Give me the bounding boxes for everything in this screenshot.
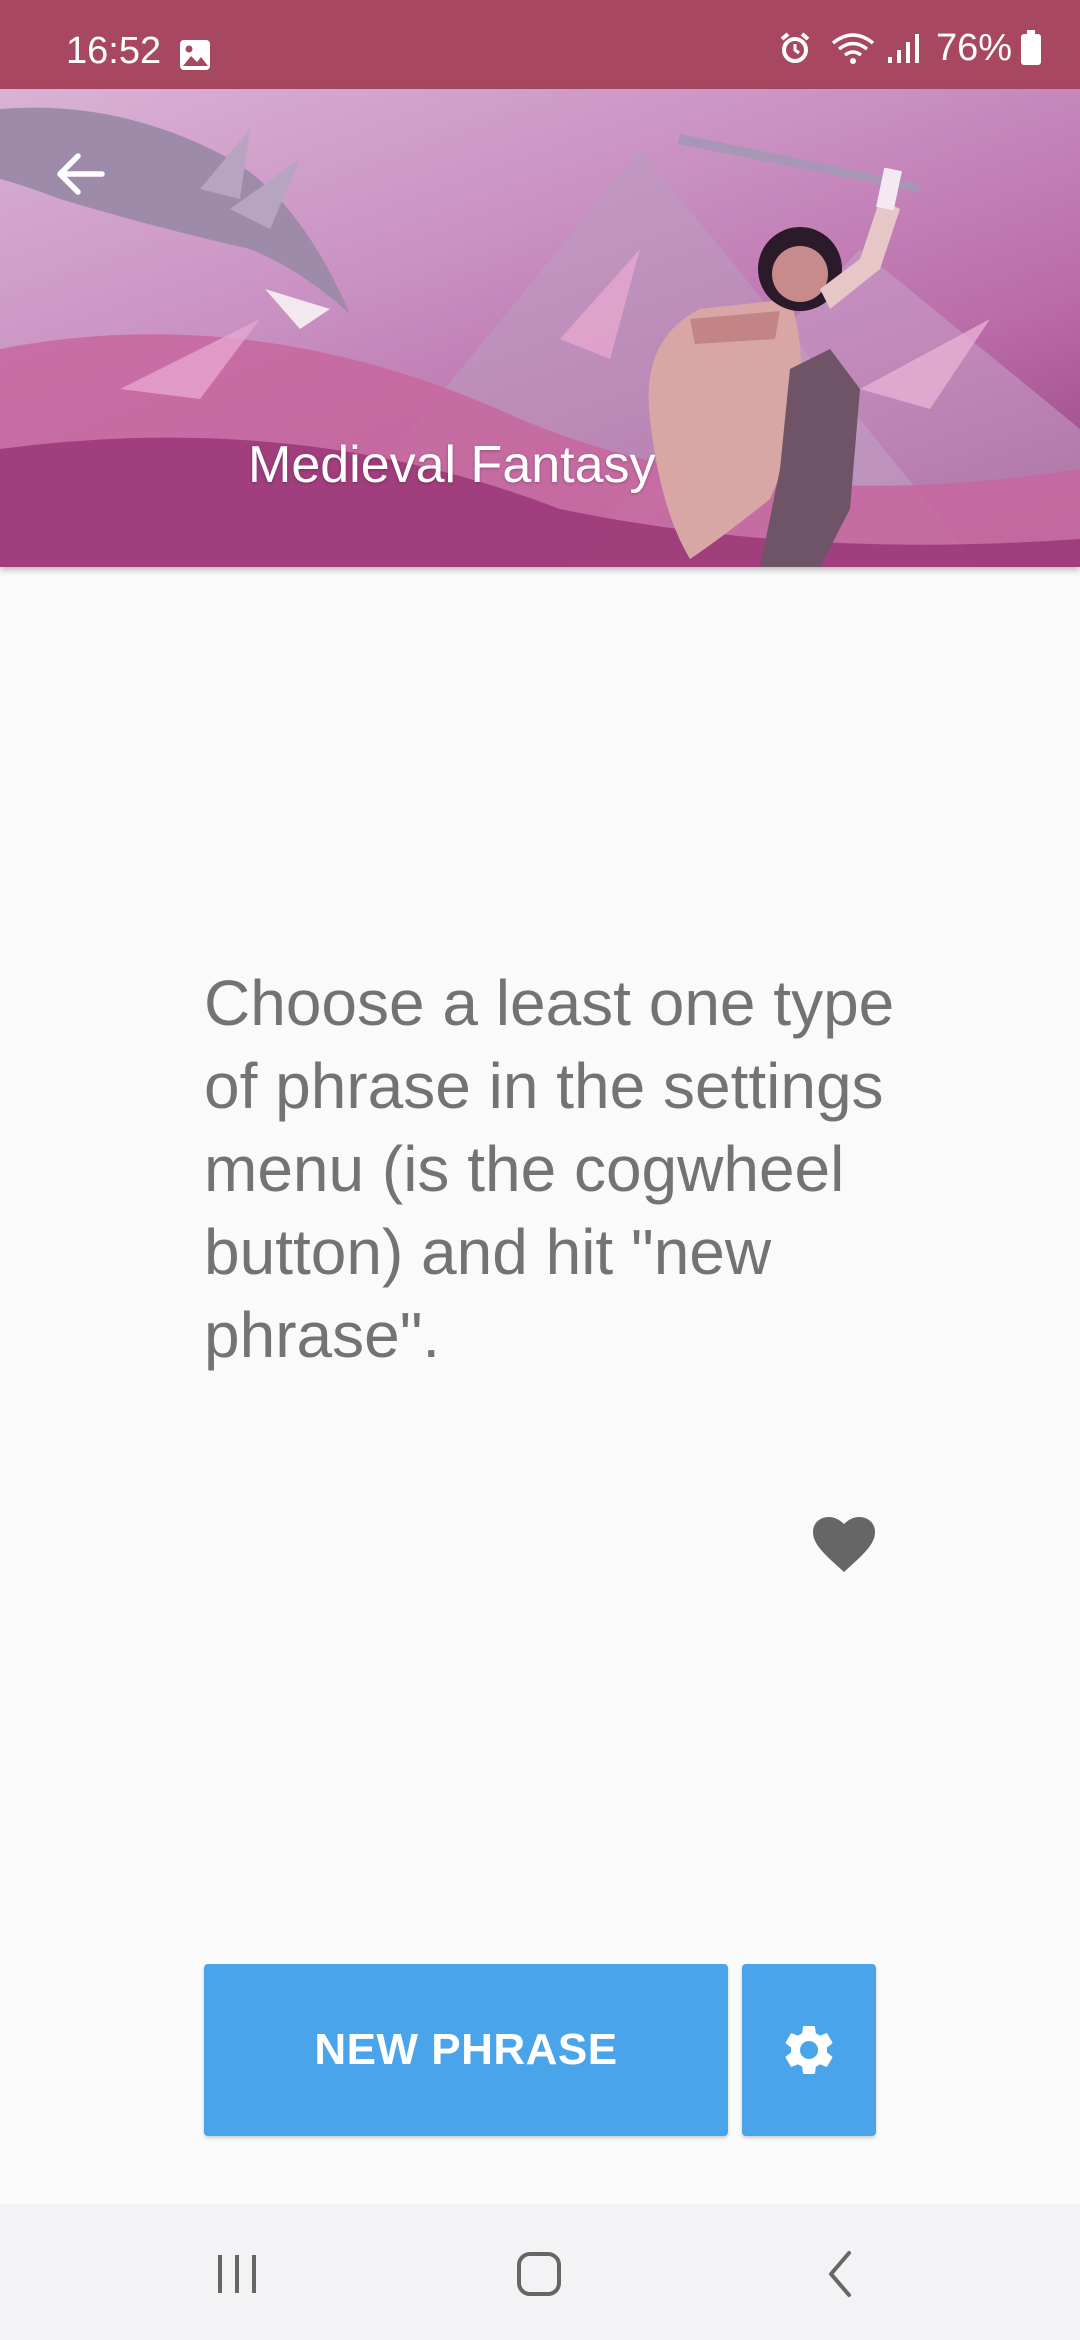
recent-apps-button[interactable] [182,2234,292,2314]
wifi-icon [830,31,876,65]
home-icon [517,2252,561,2296]
page-title: Medieval Fantasy [248,436,656,494]
new-phrase-button[interactable]: NEW PHRASE [204,1964,728,2136]
heart-icon [813,1517,875,1572]
recent-apps-icon [218,2255,256,2293]
status-icons: 76% [778,26,1042,69]
alarm-icon [778,31,812,65]
favorite-button[interactable] [808,1508,880,1580]
system-back-button[interactable] [786,2234,896,2314]
back-button[interactable] [40,134,120,214]
fantasy-illustration [0,107,1080,567]
status-bar: 16:52 76% [0,0,1080,89]
header-banner: Medieval Fantasy [0,89,1080,567]
navigation-bar [0,2204,1080,2340]
battery-icon [1020,30,1042,66]
settings-button[interactable] [742,1964,876,2136]
back-icon [829,2251,851,2297]
gear-icon [785,2025,833,2074]
home-button[interactable] [484,2234,594,2314]
back-arrow-icon [57,153,105,195]
battery-percent: 76% [935,26,1012,69]
status-time: 16:52 [66,30,162,72]
phrase-text: Choose a least one type of phrase in the… [204,967,895,1371]
signal-icon [886,31,922,65]
gallery-icon [178,38,212,72]
